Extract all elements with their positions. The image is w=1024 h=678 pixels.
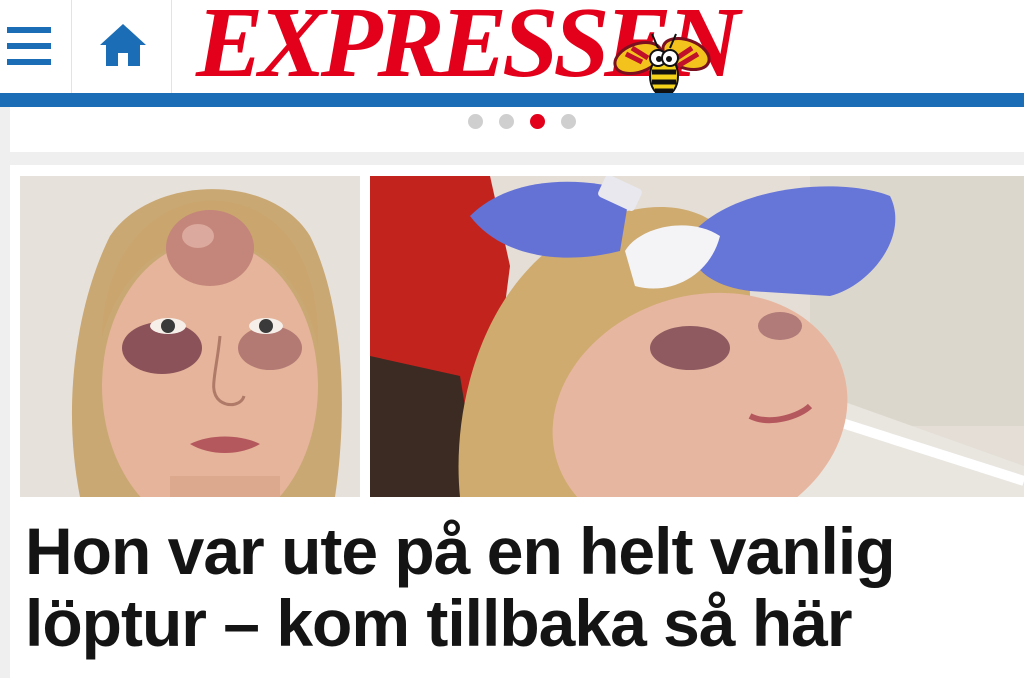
portrait-image [20, 176, 360, 497]
carousel-dot[interactable] [468, 114, 483, 129]
home-icon [100, 24, 146, 66]
menu-button[interactable] [0, 0, 72, 93]
carousel-dot[interactable] [499, 114, 514, 129]
hamburger-line [7, 59, 51, 65]
site-header: EXPRESSEN [0, 0, 1024, 106]
article-photo-left[interactable] [20, 176, 360, 497]
carousel-dot-active[interactable] [530, 114, 545, 129]
home-button[interactable] [72, 0, 172, 93]
article-photo-right[interactable] [370, 176, 1024, 497]
treatment-image [370, 176, 1024, 497]
hamburger-menu-icon [7, 27, 51, 33]
carousel-indicator [468, 114, 576, 130]
header-accent-bar [0, 93, 1024, 107]
hamburger-line [7, 43, 51, 49]
article-headline[interactable]: Hon var ute på en helt vanlig löptur – k… [25, 515, 1015, 659]
carousel-dot[interactable] [561, 114, 576, 129]
